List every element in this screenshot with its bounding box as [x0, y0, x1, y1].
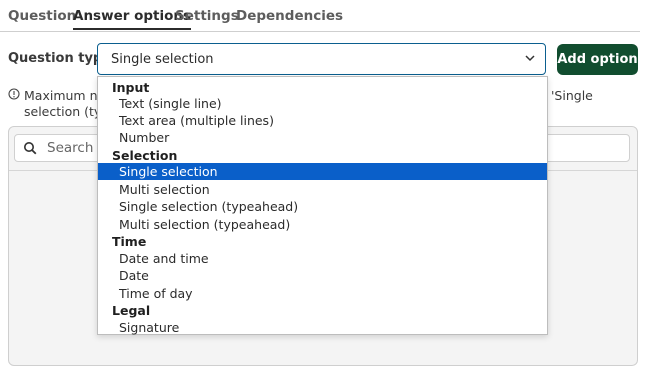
- chevron-down-icon: [525, 55, 535, 62]
- question-type-label: Question type: [8, 51, 112, 66]
- tab-bar: Question Answer options Settings Depende…: [0, 0, 640, 32]
- tab-settings[interactable]: Settings: [175, 8, 239, 24]
- group-label-selection: Selection: [112, 148, 178, 163]
- option-text-area[interactable]: Text area (multiple lines): [98, 112, 547, 129]
- question-type-select[interactable]: Single selection: [97, 43, 546, 75]
- search-placeholder: Search: [47, 140, 94, 156]
- search-icon: [24, 142, 37, 155]
- add-option-button[interactable]: Add option: [557, 44, 638, 75]
- group-label-legal: Legal: [112, 303, 151, 318]
- option-single-selection[interactable]: Single selection: [98, 163, 547, 180]
- option-multi-selection[interactable]: Multi selection: [98, 181, 547, 198]
- group-label-input: Input: [112, 80, 150, 95]
- option-single-selection-typeahead[interactable]: Single selection (typeahead): [98, 198, 547, 215]
- option-text-single-line[interactable]: Text (single line): [98, 95, 547, 112]
- option-signature[interactable]: Signature: [98, 319, 547, 336]
- option-multi-selection-typeahead[interactable]: Multi selection (typeahead): [98, 216, 547, 233]
- option-time-of-day[interactable]: Time of day: [98, 285, 547, 302]
- tab-question[interactable]: Question: [8, 8, 76, 24]
- tab-answer-options[interactable]: Answer options: [73, 8, 192, 30]
- info-text-line1-end: 'Single: [551, 88, 593, 103]
- option-date[interactable]: Date: [98, 267, 547, 284]
- info-icon: [8, 88, 20, 100]
- tab-dependencies[interactable]: Dependencies: [236, 8, 343, 24]
- info-text-line1: Maximum nu: [24, 88, 106, 103]
- option-date-and-time[interactable]: Date and time: [98, 250, 547, 267]
- question-type-dropdown: Input Text (single line) Text area (mult…: [97, 76, 548, 335]
- question-type-value: Single selection: [111, 52, 214, 67]
- group-label-time: Time: [112, 234, 147, 249]
- option-number[interactable]: Number: [98, 129, 547, 146]
